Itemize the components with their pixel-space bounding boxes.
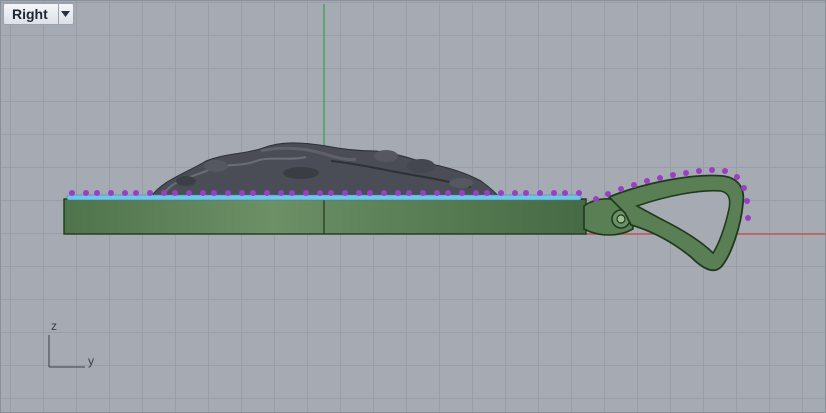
- bead: [523, 190, 529, 196]
- bead: [734, 174, 740, 180]
- bead: [211, 190, 217, 196]
- base-plate: [63, 194, 587, 235]
- bead: [133, 190, 139, 196]
- bead: [562, 190, 568, 196]
- bead: [605, 191, 611, 197]
- bead: [484, 190, 490, 196]
- bead: [161, 190, 167, 196]
- bead: [381, 190, 387, 196]
- bead: [551, 190, 557, 196]
- bead: [593, 196, 599, 202]
- bead: [172, 190, 178, 196]
- bead: [709, 167, 715, 173]
- bead: [741, 185, 747, 191]
- bead: [512, 190, 518, 196]
- bead: [289, 190, 295, 196]
- bead: [459, 190, 465, 196]
- pendant-bail: [583, 174, 745, 272]
- bead: [445, 190, 451, 196]
- bead: [342, 190, 348, 196]
- bead: [406, 190, 412, 196]
- bead: [745, 215, 751, 221]
- bead: [420, 190, 426, 196]
- bead: [264, 190, 270, 196]
- bead: [278, 190, 284, 196]
- relief-sculpture: [150, 142, 501, 198]
- bead: [200, 190, 206, 196]
- bead: [186, 190, 192, 196]
- bead: [356, 190, 362, 196]
- viewport-title-tab[interactable]: Right: [3, 3, 74, 25]
- bead: [367, 190, 373, 196]
- bead: [250, 190, 256, 196]
- bead: [722, 168, 728, 174]
- viewport-right[interactable]: z y Right: [0, 0, 826, 413]
- bead: [69, 190, 75, 196]
- bead: [94, 190, 100, 196]
- bead: [225, 190, 231, 196]
- bead: [618, 186, 624, 192]
- bead: [328, 190, 334, 196]
- bead: [122, 190, 128, 196]
- bead: [631, 182, 637, 188]
- bead: [537, 190, 543, 196]
- axis-label-z: z: [51, 319, 57, 333]
- bead: [670, 172, 676, 178]
- bead: [498, 190, 504, 196]
- bead: [147, 190, 153, 196]
- bead: [644, 178, 650, 184]
- bead: [657, 175, 663, 181]
- bead: [683, 170, 689, 176]
- bead: [696, 168, 702, 174]
- bead: [434, 190, 440, 196]
- bead: [576, 190, 582, 196]
- bead: [317, 190, 323, 196]
- scene-canvas[interactable]: [1, 1, 826, 413]
- bead: [239, 190, 245, 196]
- bead: [83, 190, 89, 196]
- axis-label-y: y: [88, 354, 94, 368]
- bead: [744, 198, 750, 204]
- axis-indicator: [48, 335, 85, 368]
- bead: [108, 190, 114, 196]
- bead: [303, 190, 309, 196]
- bead: [395, 190, 401, 196]
- bead: [473, 190, 479, 196]
- viewport-title[interactable]: Right: [4, 4, 58, 24]
- chevron-down-icon[interactable]: [57, 4, 73, 24]
